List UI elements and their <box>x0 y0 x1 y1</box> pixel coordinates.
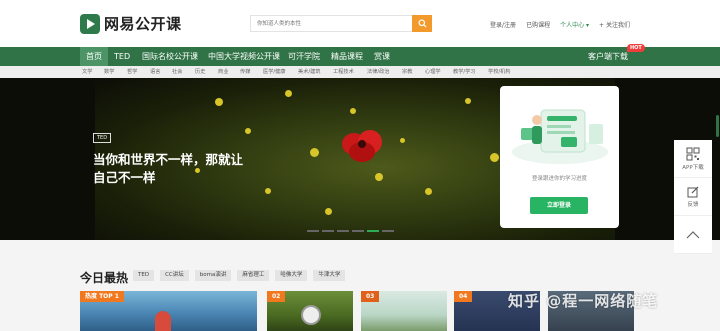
login-prompt-text: 登录跟进你的学习进度 <box>531 176 587 182</box>
tag-ted[interactable]: TED <box>133 270 155 281</box>
search-input[interactable] <box>250 15 413 32</box>
carousel-dot[interactable] <box>382 230 394 232</box>
nav-item-shangke[interactable]: 赏课 <box>374 47 390 66</box>
main-nav: 首页 TED 国际名校公开课 中国大学视频公开课 可汗学院 精品课程 赏课 客户… <box>0 47 720 66</box>
carousel-dot[interactable] <box>322 230 334 232</box>
carousel-dot[interactable] <box>337 230 349 232</box>
study-progress-illustration <box>512 109 608 164</box>
carousel-indicators <box>307 230 394 232</box>
edit-feedback-icon <box>687 186 699 197</box>
category-item[interactable]: 商业 <box>218 66 228 78</box>
site-header: 网易公开课 登录/注册 已购课程 个人中心 ▾ + 关注我们 <box>0 0 720 47</box>
zhihu-watermark: 知乎 @程一网络随笔 <box>508 292 659 310</box>
category-item[interactable]: 社会 <box>172 66 182 78</box>
top-links: 登录/注册 已购课程 个人中心 ▾ + 关注我们 <box>490 20 630 29</box>
login-card: 登录跟进你的学习进度 立即登录 <box>500 86 619 228</box>
hero-banner[interactable]: TED 当你和世界不一样，那就让 自己不一样 登录跟进你的学习进度 立即登录 <box>0 78 720 240</box>
category-item[interactable]: 哲学 <box>127 66 137 78</box>
feedback-button[interactable]: 反馈 <box>674 178 712 216</box>
course-card[interactable]: 03 <box>361 291 447 331</box>
nav-item-ted[interactable]: TED <box>114 47 130 66</box>
category-item[interactable]: 宗教 <box>402 66 412 78</box>
category-item[interactable]: 心理学 <box>425 66 441 78</box>
hero-title-line1: 当你和世界不一样，那就让 <box>93 152 244 167</box>
poppy-flower-icon <box>342 130 382 162</box>
carousel-dot[interactable] <box>352 230 364 232</box>
follow-us-label: 关注我们 <box>605 22 630 29</box>
course-card[interactable]: 热度 TOP 1 <box>80 291 257 331</box>
app-download-label: APP下载 <box>682 164 704 171</box>
ted-tag: TED <box>93 133 112 143</box>
card-figure <box>155 311 171 331</box>
logo-text: 网易公开课 <box>104 15 182 33</box>
play-logo-icon <box>80 13 100 34</box>
chevron-down-icon: ▾ <box>586 22 590 29</box>
category-item[interactable]: 历史 <box>195 66 205 78</box>
course-card[interactable]: 02 <box>267 291 353 331</box>
category-item[interactable]: 文学 <box>82 66 92 78</box>
clock-icon <box>301 305 321 325</box>
page-scrollbar[interactable] <box>716 115 719 137</box>
category-item[interactable]: 传媒 <box>240 66 250 78</box>
back-to-top-button[interactable] <box>674 216 712 254</box>
tag-mit[interactable]: 麻省理工 <box>237 270 270 281</box>
user-center-link[interactable]: 个人中心 ▾ <box>560 20 589 29</box>
search-button[interactable] <box>412 15 432 32</box>
category-item[interactable]: 美术/建筑 <box>298 66 321 78</box>
search-bar <box>250 15 432 32</box>
today-hot-title: 今日最热 <box>80 271 129 285</box>
chevron-up-icon <box>686 230 700 238</box>
category-item[interactable]: 数学 <box>104 66 114 78</box>
carousel-dot-active[interactable] <box>367 230 379 232</box>
hot-badge: HOT <box>627 44 645 52</box>
login-now-button[interactable]: 立即登录 <box>530 197 588 214</box>
nav-item-premium-courses[interactable]: 精品课程 <box>331 47 363 66</box>
hero-title-line2: 自己不一样 <box>93 170 156 185</box>
nav-client-download[interactable]: 客户端下载 <box>588 47 628 66</box>
search-icon <box>418 19 427 28</box>
nav-item-intl-courses[interactable]: 国际名校公开课 <box>142 47 198 66</box>
site-logo[interactable]: 网易公开课 <box>80 13 182 34</box>
rank-badge: 04 <box>454 291 473 302</box>
category-item[interactable]: 教学/学习 <box>453 66 476 78</box>
tag-oxford[interactable]: 牛津大学 <box>313 270 346 281</box>
nav-item-home[interactable]: 首页 <box>80 47 108 66</box>
rank-badge: 热度 TOP 1 <box>80 291 124 302</box>
carousel-dot[interactable] <box>307 230 319 232</box>
category-item[interactable]: 法律/政治 <box>367 66 390 78</box>
tag-harvard[interactable]: 哈佛大学 <box>275 270 308 281</box>
rank-badge: 02 <box>267 291 286 302</box>
category-item[interactable]: 医学/健康 <box>263 66 286 78</box>
feedback-label: 反馈 <box>687 201 699 208</box>
tag-boma-talks[interactable]: boma演讲 <box>194 270 232 281</box>
rank-badge: 03 <box>361 291 380 302</box>
qr-code-icon <box>686 147 700 160</box>
category-subnav: 文学 数学 哲学 语言 社会 历史 商业 传媒 医学/健康 美术/建筑 工程技术… <box>0 66 720 78</box>
hero-title: 当你和世界不一样，那就让 自己不一样 <box>93 151 273 187</box>
category-item[interactable]: 学校/机构 <box>488 66 511 78</box>
today-tag-list: TED CC讲坛 boma演讲 麻省理工 哈佛大学 牛津大学 <box>133 270 346 281</box>
category-item[interactable]: 语言 <box>150 66 160 78</box>
tag-cc-forum[interactable]: CC讲坛 <box>160 270 189 281</box>
purchased-courses-link[interactable]: 已购课程 <box>526 20 550 29</box>
app-download-button[interactable]: APP下载 <box>674 140 712 178</box>
user-center-label: 个人中心 <box>560 22 585 29</box>
follow-us-link[interactable]: + 关注我们 <box>599 20 630 29</box>
side-float-toolbar: APP下载 反馈 <box>674 140 712 254</box>
login-register-link[interactable]: 登录/注册 <box>490 20 516 29</box>
nav-item-khan-academy[interactable]: 可汗学院 <box>288 47 320 66</box>
category-item[interactable]: 工程技术 <box>333 66 354 78</box>
plus-icon: + <box>599 22 605 29</box>
nav-item-china-courses[interactable]: 中国大学视频公开课 <box>208 47 280 66</box>
